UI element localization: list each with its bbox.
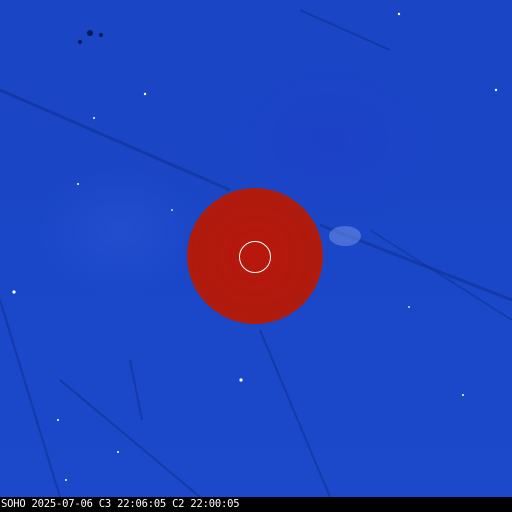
c3-time-label: C3 22:06:05 (98, 498, 167, 510)
star (494, 88, 498, 92)
streak (299, 9, 391, 51)
streak (259, 329, 331, 497)
dark-spot (78, 40, 82, 44)
star (143, 92, 147, 96)
dark-spot (99, 33, 103, 37)
streak (0, 299, 61, 497)
star (12, 290, 16, 294)
coronagraph-image: SOHO 2025-07-06 C3 22:06:05 C2 22:00:05 (0, 0, 512, 512)
c2-time-label: C2 22:00:05 (172, 498, 240, 510)
star (117, 451, 119, 453)
dark-spot (87, 30, 93, 36)
streak (369, 229, 512, 321)
coronal-feature (329, 226, 361, 246)
streak (59, 379, 201, 497)
star (171, 209, 173, 211)
star (93, 117, 95, 119)
star (57, 419, 59, 421)
sun-outline-circle (239, 241, 271, 273)
star (77, 183, 79, 185)
image-caption: SOHO 2025-07-06 C3 22:06:05 C2 22:00:05 (0, 497, 512, 512)
observatory-label: SOHO (1, 498, 26, 510)
star (397, 12, 401, 16)
streak (129, 359, 143, 421)
star (408, 306, 410, 308)
streak (0, 88, 231, 192)
star (462, 394, 464, 396)
star (65, 479, 67, 481)
star (239, 378, 243, 382)
date-label: 2025-07-06 (31, 498, 93, 510)
